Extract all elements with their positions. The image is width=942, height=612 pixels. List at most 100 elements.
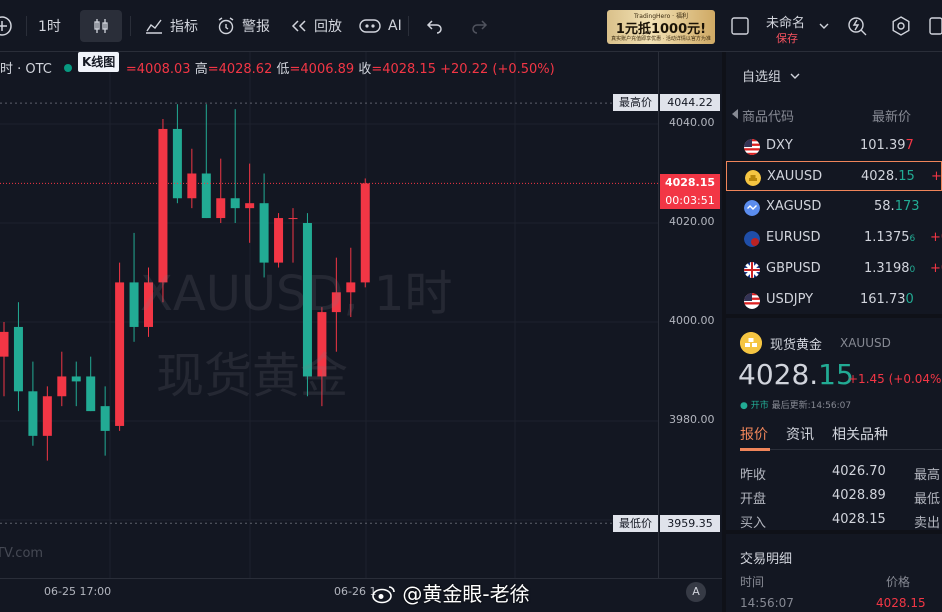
gold-icon [745, 170, 761, 186]
alert-label: 警报 [242, 19, 270, 35]
candle [13, 302, 23, 412]
watchlist-selector[interactable]: 自选组 [742, 66, 801, 85]
layout-button[interactable] [730, 10, 750, 42]
watchlist-header-price[interactable]: 最新价 [872, 106, 911, 125]
undo-button[interactable] [426, 10, 444, 42]
watchlist-symbol: EURUSD [766, 230, 821, 245]
interval-button[interactable]: 1时 [38, 10, 61, 42]
candle [230, 109, 240, 223]
ai-label: AI [388, 18, 402, 34]
chart-type-button[interactable] [80, 10, 122, 42]
candle [129, 232, 139, 342]
time-tick: 06-25 17:00 [44, 585, 112, 598]
price-main: 1.3198 [864, 261, 910, 276]
replay-button[interactable]: 回放 [290, 10, 342, 42]
time-axis[interactable]: 06-25 17:00 06-26 1 [0, 578, 722, 612]
watchlist-row-eurusd[interactable]: EURUSD 1.13756 +0 [726, 223, 942, 253]
redo-icon [472, 20, 488, 34]
watchlist-row-gbpusd[interactable]: GBPUSD 1.31980 +0 [726, 254, 942, 284]
top-toolbar: 1时 指标 警报 回放 AI TradingHero · 福利 1元抵1000元… [0, 0, 942, 52]
stat-label: 开盘 [740, 492, 767, 507]
candle-body [100, 406, 110, 431]
watchlist-price: 1.31980 [864, 261, 915, 276]
ai-robot-icon [359, 19, 381, 33]
watchlist-price: 4028.15 [861, 169, 915, 184]
detail-change: +1.45 (+0.04%) [848, 372, 942, 386]
trade-time: 14:56:07 [740, 596, 794, 610]
alert-button[interactable]: 警报 [216, 10, 270, 42]
stat-label: 最高 [914, 468, 941, 483]
watchlist-change: +0 [930, 230, 942, 245]
watchlist-change: +0 [930, 261, 942, 276]
replay-label: 回放 [314, 19, 342, 35]
weibo-logo-icon [372, 586, 395, 604]
chevron-down-icon [790, 73, 800, 79]
redo-button[interactable] [470, 10, 488, 42]
watchlist-row-usdjpy[interactable]: USDJPY 161.730 [726, 285, 942, 315]
uk-flag-icon [744, 262, 760, 278]
price-tail: 0 [905, 292, 914, 307]
price-tail: 173 [894, 199, 920, 214]
low-price-tag-label: 最低价 [613, 515, 658, 532]
legend-close-label: 收 [358, 62, 372, 77]
legend-change: +20.22 (+0.50%) [440, 62, 555, 77]
settings-button[interactable] [890, 10, 912, 42]
watchlist-header-symbol[interactable]: 商品代码 [742, 106, 794, 125]
price-tick: 4020.00 [669, 215, 715, 228]
collapse-arrow-icon[interactable] [730, 108, 740, 120]
layout-menu-button[interactable] [818, 10, 830, 42]
quick-search-button[interactable] [846, 10, 868, 42]
flash-search-icon [848, 17, 867, 36]
candle-body [0, 331, 9, 357]
watchlist-row-xauusd[interactable]: XAUUSD 4028.15 + [726, 161, 942, 191]
indicators-label: 指标 [170, 19, 198, 35]
candle-body [201, 173, 211, 219]
detail-price-main: 4028. [738, 358, 819, 391]
price-scale[interactable]: 4040.00 4020.00 4000.00 3980.00 [658, 52, 722, 578]
candle [71, 361, 81, 407]
stat-value: 4028.89 [832, 488, 886, 503]
detail-symbol-code[interactable]: XAUUSD [840, 336, 891, 350]
us-flag-icon [744, 293, 760, 309]
chart-type-tooltip: K线图 [78, 52, 120, 72]
chart-pane[interactable]: XAUUSD, 1时 现货黄金 TV.com 时 · OTC =4008.03 高… [0, 52, 658, 578]
auto-scale-button[interactable]: A [686, 582, 706, 602]
tab-news[interactable]: 资讯 [786, 424, 814, 444]
section-divider [726, 530, 942, 534]
candle-body [115, 282, 125, 426]
tab-related[interactable]: 相关品种 [832, 424, 888, 444]
more-panel-button[interactable] [928, 10, 942, 42]
price-tick: 3980.00 [669, 413, 715, 426]
candle-body [57, 376, 67, 397]
trades-col-price: 价格 [886, 575, 911, 589]
candle [216, 158, 226, 223]
price-main: 101.39 [860, 138, 906, 153]
interval-label: 1时 [38, 19, 61, 35]
layout-save-link[interactable]: 保存 [776, 30, 798, 46]
price-main: 1.1375 [864, 230, 910, 245]
tradingview-logo[interactable]: TV.com [0, 546, 43, 561]
watchlist-title: 自选组 [742, 70, 782, 85]
trade-price: 4028.15 [876, 596, 926, 610]
tab-divider [770, 449, 942, 450]
watchlist-row-xagusd[interactable]: XAGUSD 58.173 [726, 192, 942, 222]
watchlist-row-dxy[interactable]: DXY 101.397 [726, 131, 942, 161]
right-panel: 自选组 商品代码 最新价 DXY 101.397 XAUUSD 4028.15 … [722, 52, 942, 612]
price-tick: 4000.00 [669, 314, 715, 327]
tab-quote[interactable]: 报价 [740, 424, 768, 444]
silver-icon [744, 200, 760, 216]
indicators-button[interactable]: 指标 [144, 10, 198, 42]
ai-button[interactable]: AI [358, 10, 402, 42]
low-price-tag-value: 3959.35 [660, 515, 720, 532]
add-symbol-button[interactable] [0, 10, 16, 42]
candle [42, 386, 52, 461]
legend-low: =4006.89 [289, 62, 355, 77]
legend-symbol[interactable]: 时 · OTC [0, 62, 52, 77]
symbol-watermark: XAUUSD, 1时 [140, 266, 453, 322]
promo-banner[interactable]: TradingHero · 福利 1元抵1000元! 真实账户充值即享优惠 · … [607, 10, 715, 44]
candlestick-icon [94, 19, 108, 33]
layout-name[interactable]: 未命名 [766, 12, 805, 31]
high-price-tag-label: 最高价 [613, 94, 658, 111]
stat-label: 昨收 [740, 468, 767, 483]
stat-value: 4028.15 [832, 512, 886, 527]
